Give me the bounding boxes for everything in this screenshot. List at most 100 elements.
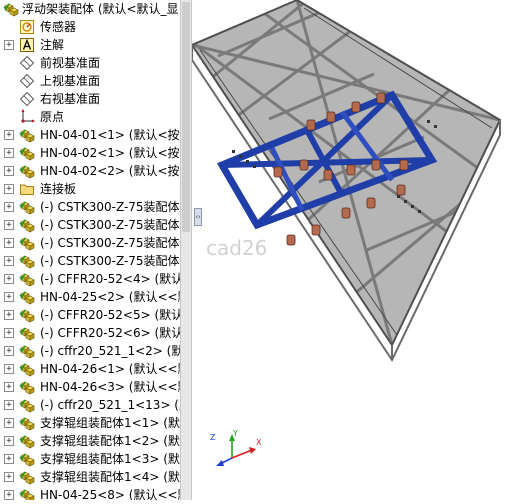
tree-node-label: (-) CFFR20-52<5> (默认 <box>40 308 180 322</box>
tree-node[interactable]: + (-) CFFR20-52<6> (默认 <box>0 324 180 342</box>
tree-node[interactable]: 上视基准面 <box>0 72 180 90</box>
triad-y-label: Y <box>232 429 238 438</box>
tree-node-label: (-) CFFR20-52<6> (默认 <box>40 326 180 340</box>
tree-node-label: HN-04-25<2> (默认<<默 <box>40 290 180 304</box>
tree-node-label: (-) CFFR20-52<4> (默认 <box>40 272 180 286</box>
subassembly-icon <box>19 415 35 431</box>
tree-node-label: 支撑辊组装配体1<4> (默认 <box>40 470 180 484</box>
tree-node[interactable]: + HN-04-25<2> (默认<<默 <box>0 288 180 306</box>
tree-node[interactable]: + HN-04-01<1> (默认<按 <box>0 126 180 144</box>
subassembly-icon <box>19 397 35 413</box>
tree-node[interactable]: + (-) CFFR20-52<4> (默认 <box>0 270 180 288</box>
tree-node-label: (-) CSTK300-Z-75装配体 <box>40 236 180 250</box>
expand-toggle-icon[interactable]: + <box>4 382 14 392</box>
tree-node[interactable]: + 注解 <box>0 36 180 54</box>
expand-toggle-icon[interactable]: + <box>4 184 14 194</box>
expand-toggle-icon[interactable]: + <box>4 310 14 320</box>
expand-toggle-icon[interactable]: + <box>4 274 14 284</box>
tree-node-label: 原点 <box>40 110 65 124</box>
x-axis-line <box>231 449 253 459</box>
expand-toggle-icon[interactable]: + <box>4 166 14 176</box>
panel-collapse-handle[interactable]: ‹› <box>194 208 202 226</box>
tree-node[interactable]: 传感器 <box>0 18 180 36</box>
expand-toggle-icon[interactable]: + <box>4 454 14 464</box>
subassembly-icon <box>19 487 35 500</box>
tree-node[interactable]: + HN-04-25<8> (默认<<默 <box>0 486 180 500</box>
assembly-icon <box>3 1 19 17</box>
tree-node[interactable]: + 支撑辊组装配体1<2> (默认 <box>0 432 180 450</box>
tree-root-assembly[interactable]: 浮动架装配体 (默认<默认_显 <box>0 0 180 18</box>
tree-node-label: HN-04-02<2> (默认<按 <box>40 164 180 178</box>
annotation-icon <box>19 37 35 53</box>
subassembly-icon <box>19 307 35 323</box>
tree-scrollbar[interactable] <box>180 0 192 500</box>
tree-node[interactable]: + 连接板 <box>0 180 180 198</box>
expand-toggle-icon[interactable]: + <box>4 148 14 158</box>
expand-toggle-icon[interactable]: + <box>4 220 14 230</box>
expand-toggle-icon[interactable]: + <box>4 472 14 482</box>
tree-node-label: (-) cffr20_521_1<13> (默 <box>40 398 180 412</box>
subassembly-icon <box>19 217 35 233</box>
subassembly-icon <box>19 361 35 377</box>
tree-node[interactable]: + (-) CFFR20-52<5> (默认 <box>0 306 180 324</box>
expand-toggle-icon[interactable]: + <box>4 400 14 410</box>
tree-node[interactable]: + (-) cffr20_521_1<13> (默 <box>0 396 180 414</box>
triad-z-label: Z <box>210 433 216 442</box>
tree-node[interactable]: + (-) CSTK300-Z-75装配体 <box>0 216 180 234</box>
expand-toggle-icon[interactable]: + <box>4 490 14 500</box>
tree-node[interactable]: 原点 <box>0 108 180 126</box>
view-orientation-triad: Z Y X <box>210 429 262 466</box>
subassembly-icon <box>19 379 35 395</box>
tree-node-label: 支撑辊组装配体1<1> (默认 <box>40 416 180 430</box>
tree-node-label: HN-04-26<1> (默认<<默 <box>40 362 180 376</box>
origin-icon <box>19 109 35 125</box>
tree-node[interactable]: + (-) CSTK300-Z-75装配体 <box>0 234 180 252</box>
tree-node[interactable]: + (-) CSTK300-Z-75装配体 <box>0 198 180 216</box>
tree-node-label: 注解 <box>40 38 65 52</box>
graphics-viewport[interactable]: cad26 <box>190 0 517 500</box>
scrollbar-thumb[interactable] <box>182 2 190 232</box>
expand-toggle-icon[interactable]: + <box>4 40 14 50</box>
subassembly-icon <box>19 433 35 449</box>
plane-icon <box>19 73 35 89</box>
tree-node-label: 右视基准面 <box>40 92 101 106</box>
subassembly-icon <box>19 289 35 305</box>
expand-toggle-icon[interactable]: + <box>4 346 14 356</box>
tree-node[interactable]: + 支撑辊组装配体1<1> (默认 <box>0 414 180 432</box>
subassembly-icon <box>19 199 35 215</box>
tree-node-label: HN-04-02<1> (默认<按 <box>40 146 180 160</box>
folder-icon <box>19 181 35 197</box>
expand-toggle-icon[interactable]: + <box>4 418 14 428</box>
expand-toggle-icon[interactable]: + <box>4 238 14 248</box>
tree-node[interactable]: + HN-04-26<1> (默认<<默 <box>0 360 180 378</box>
tree-node-label: 前视基准面 <box>40 56 101 70</box>
tree-node[interactable]: 右视基准面 <box>0 90 180 108</box>
expand-toggle-icon[interactable]: + <box>4 130 14 140</box>
triad-x-label: X <box>256 438 262 447</box>
tree-node[interactable]: + HN-04-26<3> (默认<<默 <box>0 378 180 396</box>
tree-node[interactable]: + 支撑辊组装配体1<4> (默认 <box>0 468 180 486</box>
tree-node-label: HN-04-01<1> (默认<按 <box>40 128 180 142</box>
tree-node[interactable]: + (-) cffr20_521_1<2> (默认 <box>0 342 180 360</box>
tree-node-label: 支撑辊组装配体1<3> (默认 <box>40 452 180 466</box>
subassembly-icon <box>19 325 35 341</box>
feature-manager-tree: 浮动架装配体 (默认<默认_显 传感器 + 注解前视基准面上视基准面右视基准面原点 +… <box>0 0 180 500</box>
expand-toggle-icon[interactable]: + <box>4 202 14 212</box>
tree-node[interactable]: + (-) CSTK300-Z-75装配体 <box>0 252 180 270</box>
tree-node[interactable]: + 支撑辊组装配体1<3> (默认 <box>0 450 180 468</box>
tree-node-label: 上视基准面 <box>40 74 101 88</box>
expand-toggle-icon[interactable]: + <box>4 364 14 374</box>
expand-toggle-icon[interactable]: + <box>4 436 14 446</box>
tree-node[interactable]: + HN-04-02<2> (默认<按 <box>0 162 180 180</box>
expand-toggle-icon[interactable]: + <box>4 328 14 338</box>
subassembly-icon <box>19 127 35 143</box>
tree-node-label: 连接板 <box>40 182 77 196</box>
expand-toggle-icon[interactable]: + <box>4 292 14 302</box>
expand-toggle-icon[interactable]: + <box>4 256 14 266</box>
subassembly-icon <box>19 163 35 179</box>
tree-node-label: (-) cffr20_521_1<2> (默认 <box>40 344 180 358</box>
tree-node[interactable]: 前视基准面 <box>0 54 180 72</box>
sensor-icon <box>19 19 35 35</box>
tree-node[interactable]: + HN-04-02<1> (默认<按 <box>0 144 180 162</box>
watermark-text: cad26 <box>206 236 268 260</box>
